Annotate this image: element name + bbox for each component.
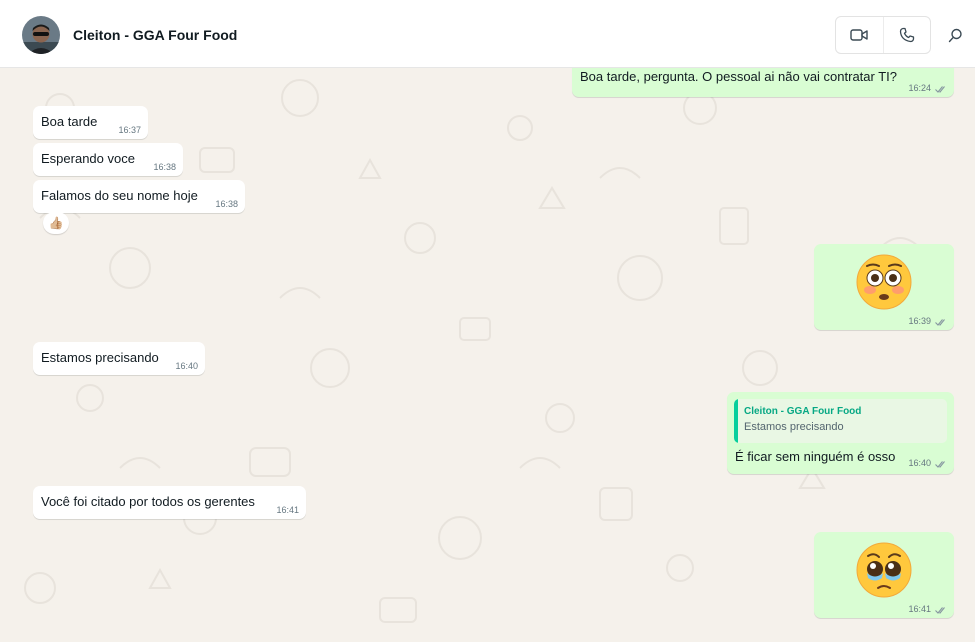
incoming-message[interactable]: Boa tarde 16:37: [33, 106, 148, 139]
contact-name[interactable]: Cleiton - GGA Four Food: [73, 27, 237, 43]
read-ticks-icon: [935, 86, 945, 93]
incoming-message[interactable]: Você foi citado por todos os gerentes 16…: [33, 486, 306, 519]
message-time: 16:40: [175, 361, 198, 371]
read-ticks-icon: [935, 607, 945, 614]
message-time: 16:38: [153, 162, 176, 172]
flushed-face-emoji: [856, 254, 912, 310]
voice-call-icon: [899, 27, 914, 43]
message-text: É ficar sem ninguém é osso: [735, 449, 896, 464]
contact-avatar[interactable]: [22, 16, 60, 54]
message-time: 16:41: [908, 604, 931, 614]
message-text: Boa tarde: [41, 114, 98, 129]
read-ticks-icon: [935, 461, 945, 468]
call-buttons-group: [835, 16, 931, 54]
quote-accent-bar: [734, 399, 738, 443]
message-time: 16:39: [908, 316, 931, 326]
quote-text: Estamos precisando: [744, 421, 844, 433]
video-call-button[interactable]: [836, 17, 883, 53]
message-time: 16:37: [118, 125, 141, 135]
message-time: 16:41: [276, 505, 299, 515]
search-button[interactable]: [944, 24, 966, 46]
chat-window: Cleiton - GGA Four Food Boa tarde, pergu…: [0, 0, 975, 642]
message-text: Esperando voce: [41, 151, 135, 166]
voice-call-button[interactable]: [882, 17, 931, 53]
video-call-icon: [850, 29, 868, 41]
message-text: Estamos precisando: [41, 350, 159, 365]
message-time: 16:38: [215, 199, 238, 209]
message-list[interactable]: Boa tarde, pergunta. O pessoal ai não va…: [0, 68, 975, 642]
outgoing-reply-message[interactable]: Cleiton - GGA Four Food Estamos precisan…: [727, 392, 954, 474]
face-holding-back-tears-emoji: [856, 542, 912, 598]
outgoing-emoji-message[interactable]: 16:39: [814, 244, 954, 330]
quote-author: Cleiton - GGA Four Food: [744, 406, 862, 417]
outgoing-emoji-message[interactable]: 16:41: [814, 532, 954, 618]
incoming-message[interactable]: Estamos precisando 16:40: [33, 342, 205, 375]
chat-header: Cleiton - GGA Four Food: [0, 0, 975, 68]
message-text: Boa tarde, pergunta. O pessoal ai não va…: [580, 69, 898, 84]
message-text: Falamos do seu nome hoje: [41, 188, 198, 203]
incoming-message[interactable]: Falamos do seu nome hoje 16:38: [33, 180, 245, 213]
incoming-message[interactable]: Esperando voce 16:38: [33, 143, 183, 176]
thumbs-up-reaction[interactable]: 👍🏼: [43, 212, 69, 234]
message-time: 16:24: [908, 83, 931, 93]
quoted-message[interactable]: Cleiton - GGA Four Food Estamos precisan…: [734, 399, 947, 443]
message-text: Você foi citado por todos os gerentes: [41, 494, 255, 509]
message-time: 16:40: [908, 458, 931, 468]
outgoing-message[interactable]: Boa tarde, pergunta. O pessoal ai não va…: [572, 68, 954, 97]
search-icon: [948, 28, 962, 42]
read-ticks-icon: [935, 319, 945, 326]
avatar-photo: [22, 16, 60, 54]
